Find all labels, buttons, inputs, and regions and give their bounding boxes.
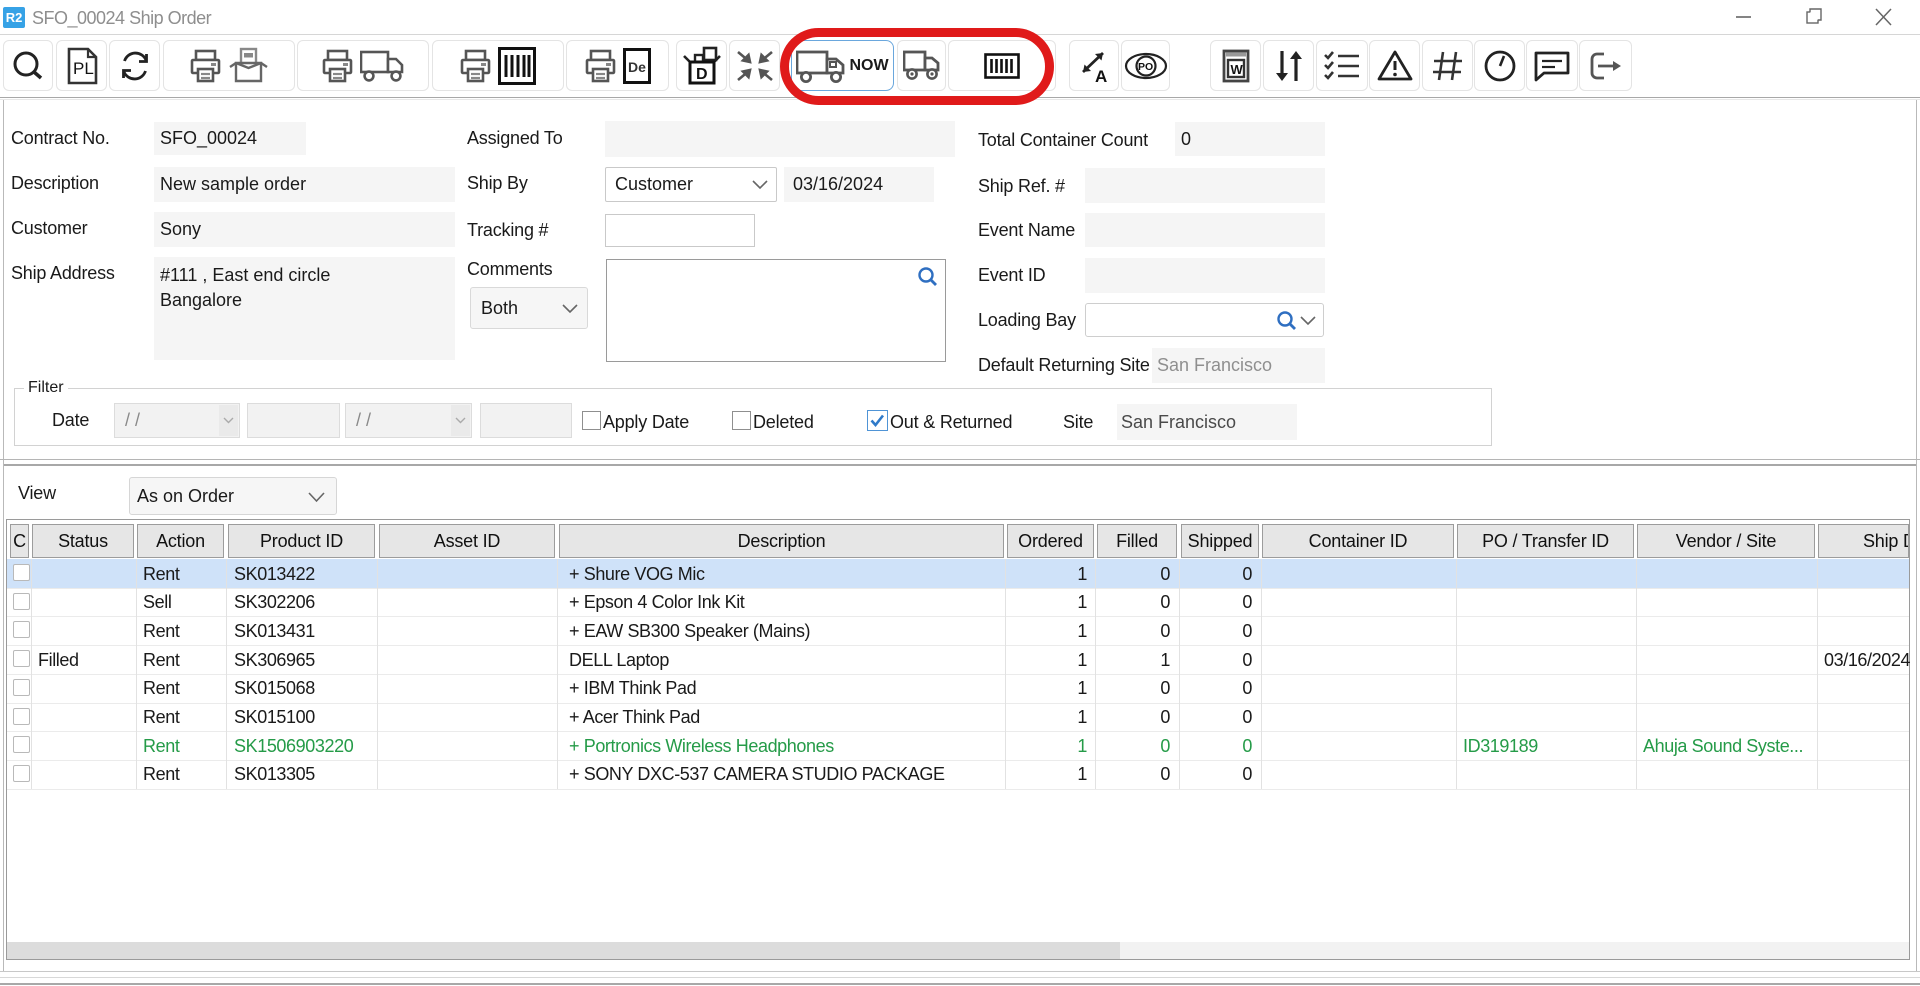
svg-text:PO: PO [1138,61,1153,73]
svg-text:A: A [1095,67,1107,84]
svg-text:D: D [696,66,708,83]
svg-text:W: W [1230,62,1243,77]
svg-text:De: De [628,59,646,75]
svg-text:PL: PL [73,59,94,78]
